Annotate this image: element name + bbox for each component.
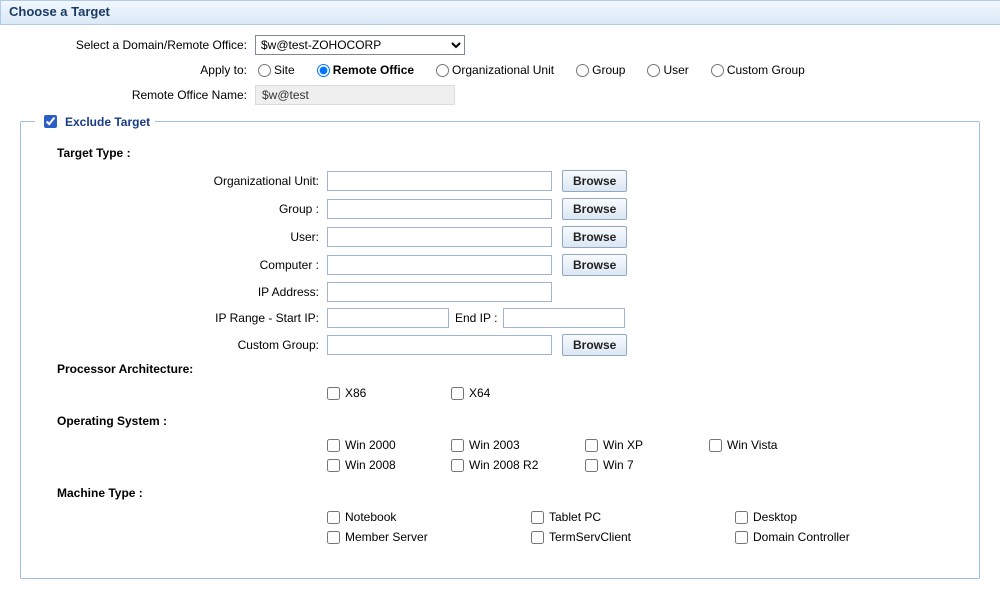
mt-notebook-checkbox[interactable]: Notebook (327, 510, 527, 524)
apply-custom-group-label: Custom Group (727, 63, 805, 77)
mt-termservclient-label: TermServClient (549, 530, 631, 544)
computer-browse-button[interactable]: Browse (562, 254, 627, 276)
mt-termservclient-checkbox[interactable]: TermServClient (531, 530, 731, 544)
ip-address-label: IP Address: (37, 285, 327, 299)
remote-office-name-value: $w@test (255, 85, 455, 105)
apply-user-radio[interactable]: User (647, 63, 688, 77)
os-win7-label: Win 7 (603, 458, 634, 472)
mt-desktop-checkbox[interactable]: Desktop (735, 510, 935, 524)
apply-group-radio[interactable]: Group (576, 63, 625, 77)
computer-label: Computer : (37, 258, 327, 272)
apply-org-unit-label: Organizational Unit (452, 63, 554, 77)
apply-to-label: Apply to: (0, 63, 255, 77)
org-unit-browse-button[interactable]: Browse (562, 170, 627, 192)
os-winxp-checkbox[interactable]: Win XP (585, 438, 705, 452)
os-win2008r2-checkbox[interactable]: Win 2008 R2 (451, 458, 581, 472)
exclude-target-checkbox[interactable] (44, 115, 57, 128)
apply-remote-office-label: Remote Office (333, 63, 414, 77)
apply-to-radio-group: Site Remote Office Organizational Unit G… (255, 63, 819, 77)
org-unit-input[interactable] (327, 171, 552, 191)
group-browse-button[interactable]: Browse (562, 198, 627, 220)
exclude-target-label: Exclude Target (65, 115, 150, 129)
machine-type-heading: Machine Type : (57, 486, 963, 500)
processor-arch-heading: Processor Architecture: (57, 362, 963, 376)
ip-range-start-input[interactable] (327, 308, 449, 328)
os-winvista-label: Win Vista (727, 438, 777, 452)
proc-x64-label: X64 (469, 386, 490, 400)
os-winvista-checkbox[interactable]: Win Vista (709, 438, 839, 452)
mt-domain-controller-label: Domain Controller (753, 530, 850, 544)
apply-custom-group-radio[interactable]: Custom Group (711, 63, 805, 77)
proc-x86-label: X86 (345, 386, 366, 400)
page-title: Choose a Target (0, 0, 1000, 25)
group-label: Group : (37, 202, 327, 216)
ip-range-end-label: End IP : (449, 311, 503, 325)
apply-org-unit-radio[interactable]: Organizational Unit (436, 63, 554, 77)
apply-site-label: Site (274, 63, 295, 77)
custom-group-input[interactable] (327, 335, 552, 355)
os-win2008-label: Win 2008 (345, 458, 396, 472)
os-win2008r2-label: Win 2008 R2 (469, 458, 538, 472)
custom-group-label: Custom Group: (37, 338, 327, 352)
mt-desktop-label: Desktop (753, 510, 797, 524)
user-input[interactable] (327, 227, 552, 247)
apply-user-label: User (663, 63, 688, 77)
computer-input[interactable] (327, 255, 552, 275)
mt-tablet-checkbox[interactable]: Tablet PC (531, 510, 731, 524)
ip-address-input[interactable] (327, 282, 552, 302)
domain-label: Select a Domain/Remote Office: (0, 38, 255, 52)
apply-site-radio[interactable]: Site (258, 63, 295, 77)
target-type-heading: Target Type : (57, 146, 963, 160)
proc-x86-checkbox[interactable]: X86 (327, 386, 447, 400)
ip-range-end-input[interactable] (503, 308, 625, 328)
os-win2000-checkbox[interactable]: Win 2000 (327, 438, 447, 452)
mt-notebook-label: Notebook (345, 510, 396, 524)
exclude-target-panel: Exclude Target Target Type : Organizatio… (20, 121, 980, 579)
mt-domain-controller-checkbox[interactable]: Domain Controller (735, 530, 935, 544)
os-win2000-label: Win 2000 (345, 438, 396, 452)
org-unit-label: Organizational Unit: (37, 174, 327, 188)
os-winxp-label: Win XP (603, 438, 643, 452)
remote-office-name-label: Remote Office Name: (0, 88, 255, 102)
domain-select[interactable]: $w@test-ZOHOCORP (255, 35, 465, 55)
os-win2003-checkbox[interactable]: Win 2003 (451, 438, 581, 452)
mt-member-server-checkbox[interactable]: Member Server (327, 530, 527, 544)
os-win2003-label: Win 2003 (469, 438, 520, 452)
os-win2008-checkbox[interactable]: Win 2008 (327, 458, 447, 472)
group-input[interactable] (327, 199, 552, 219)
apply-remote-office-radio[interactable]: Remote Office (317, 63, 414, 77)
user-label: User: (37, 230, 327, 244)
mt-member-server-label: Member Server (345, 530, 428, 544)
proc-x64-checkbox[interactable]: X64 (451, 386, 571, 400)
mt-tablet-label: Tablet PC (549, 510, 601, 524)
custom-group-browse-button[interactable]: Browse (562, 334, 627, 356)
os-win7-checkbox[interactable]: Win 7 (585, 458, 705, 472)
user-browse-button[interactable]: Browse (562, 226, 627, 248)
ip-range-start-label: IP Range - Start IP: (37, 311, 327, 325)
apply-group-label: Group (592, 63, 625, 77)
os-heading: Operating System : (57, 414, 963, 428)
